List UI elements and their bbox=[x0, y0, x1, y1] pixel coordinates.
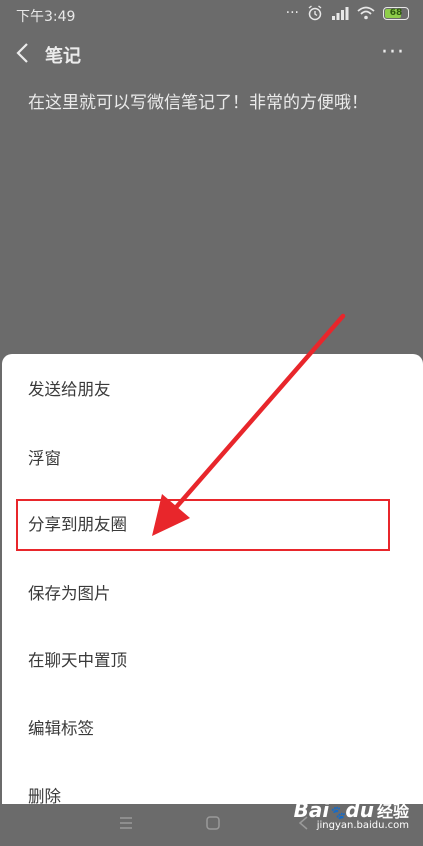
alarm-icon bbox=[308, 5, 322, 21]
status-icons: ··· 68 bbox=[286, 5, 409, 21]
battery-level: 68 bbox=[389, 7, 403, 18]
dots-icon: ··· bbox=[285, 5, 299, 21]
menu-item-send-to-friend[interactable]: 发送给朋友 bbox=[28, 375, 388, 405]
signal-icon bbox=[332, 7, 349, 20]
watermark: Bai🐾du 经验 jingyan.baidu.com bbox=[294, 798, 409, 831]
battery-icon: 68 bbox=[383, 6, 409, 20]
chevron-left-icon[interactable] bbox=[14, 42, 32, 64]
more-icon[interactable]: ··· bbox=[381, 40, 405, 65]
header: 笔记 ··· bbox=[0, 34, 423, 74]
paw-icon: 🐾 bbox=[329, 806, 346, 821]
watermark-jingyan: 经验 bbox=[376, 802, 409, 821]
menu-item-floating-window[interactable]: 浮窗 bbox=[28, 444, 388, 474]
watermark-logo: Bai🐾du bbox=[293, 798, 374, 822]
page-title: 笔记 bbox=[45, 46, 81, 67]
wifi-icon bbox=[357, 6, 375, 20]
status-time: 下午3:49 bbox=[16, 9, 76, 25]
menu-icon[interactable] bbox=[118, 815, 134, 831]
highlight-box bbox=[16, 499, 390, 551]
action-sheet: 发送给朋友 浮窗 分享到朋友圈 保存为图片 在聊天中置顶 编辑标签 删除 bbox=[2, 354, 423, 804]
note-content[interactable]: 在这里就可以写微信笔记了！非常的方便哦！ bbox=[28, 88, 368, 113]
home-icon[interactable] bbox=[205, 815, 221, 831]
menu-item-pin-in-chat[interactable]: 在聊天中置顶 bbox=[28, 646, 388, 676]
menu-item-edit-tags[interactable]: 编辑标签 bbox=[28, 714, 388, 744]
status-bar: 下午3:49 ··· 68 bbox=[0, 0, 423, 30]
menu-item-save-as-image[interactable]: 保存为图片 bbox=[28, 579, 388, 609]
